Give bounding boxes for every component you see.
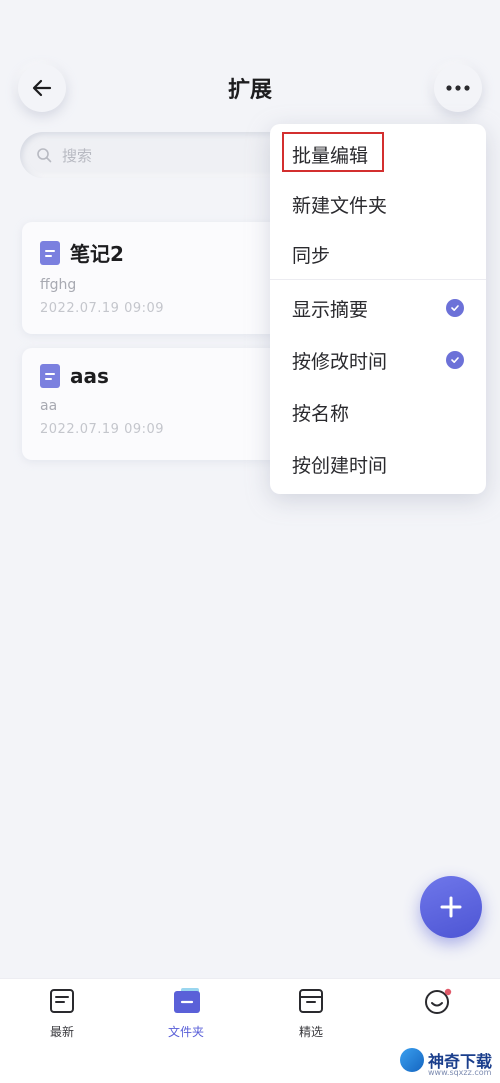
- archive-icon: [297, 987, 325, 1015]
- tab-label: 文件夹: [167, 1025, 204, 1039]
- note-icon: [48, 987, 76, 1015]
- more-dots-icon: [446, 85, 470, 91]
- menu-item-label: 按创建时间: [292, 454, 388, 477]
- check-icon: [446, 299, 464, 317]
- options-menu: 批量编辑 新建文件夹 同步 显示摘要 按修改时间 按名称 按创建时间: [270, 124, 486, 494]
- folder-icon: [172, 987, 200, 1015]
- highlight-annotation: [282, 132, 384, 172]
- watermark-subtext: www.sqxzz.com: [428, 1068, 492, 1077]
- menu-item-sort-created[interactable]: 按创建时间: [270, 438, 486, 490]
- menu-item-label: 按修改时间: [292, 350, 388, 373]
- menu-item-show-summary[interactable]: 显示摘要: [270, 282, 486, 334]
- add-note-button[interactable]: [420, 876, 482, 938]
- page-title: 扩展: [227, 78, 272, 103]
- check-icon: [446, 351, 464, 369]
- search-icon: [37, 148, 52, 163]
- menu-item-label: 同步: [292, 244, 331, 267]
- watermark-logo-icon: [400, 1048, 424, 1072]
- document-icon: [40, 240, 60, 265]
- smiley-icon: [423, 987, 452, 1015]
- note-summary: ffghg: [40, 277, 77, 293]
- header-bar: 扩展: [0, 58, 500, 120]
- note-title: aas: [70, 364, 109, 388]
- more-button[interactable]: [434, 64, 482, 112]
- tab-latest[interactable]: 最新: [17, 987, 107, 1040]
- notification-dot: [444, 988, 452, 996]
- menu-item-sort-modified[interactable]: 按修改时间: [270, 334, 486, 386]
- menu-item-label: 按名称: [292, 402, 350, 425]
- note-title: 笔记2: [70, 242, 124, 266]
- tab-profile[interactable]: [392, 987, 482, 1023]
- plus-icon: [440, 896, 462, 918]
- menu-divider: [270, 279, 486, 280]
- note-summary: aa: [40, 398, 58, 414]
- tab-label: 最新: [49, 1025, 74, 1039]
- tab-label: 精选: [298, 1025, 323, 1039]
- search-placeholder: 搜索: [62, 146, 93, 165]
- document-icon: [40, 364, 60, 388]
- watermark: 神奇下载 www.sqxzz.com: [400, 1040, 500, 1080]
- menu-item-new-folder[interactable]: 新建文件夹: [270, 178, 486, 230]
- menu-item-label: 新建文件夹: [292, 194, 388, 217]
- menu-item-label: 显示摘要: [292, 298, 369, 321]
- menu-item-sync[interactable]: 同步: [270, 228, 486, 280]
- tab-folder[interactable]: 文件夹: [141, 987, 231, 1040]
- menu-item-sort-name[interactable]: 按名称: [270, 386, 486, 438]
- note-date: 2022.07.19 09:09: [40, 422, 165, 437]
- tab-featured[interactable]: 精选: [266, 987, 356, 1040]
- note-date: 2022.07.19 09:09: [40, 301, 165, 316]
